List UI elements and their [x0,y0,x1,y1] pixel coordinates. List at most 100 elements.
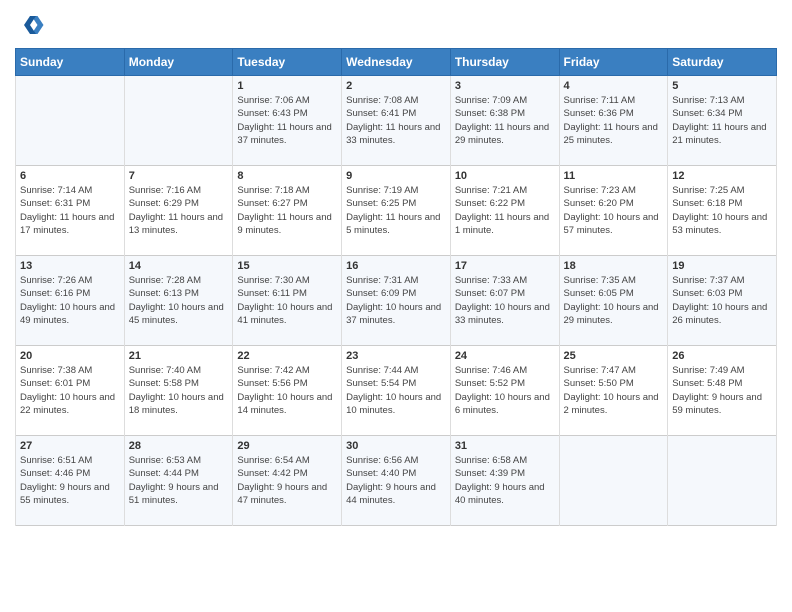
day-cell: 5 Sunrise: 7:13 AMSunset: 6:34 PMDaylight… [668,76,777,166]
day-number: 20 [20,350,120,362]
day-info: Sunrise: 7:25 AMSunset: 6:18 PMDaylight:… [672,184,772,237]
day-number: 23 [346,350,446,362]
logo [15,10,47,40]
day-info: Sunrise: 7:33 AMSunset: 6:07 PMDaylight:… [455,274,555,327]
day-info: Sunrise: 7:08 AMSunset: 6:41 PMDaylight:… [346,94,446,147]
day-number: 13 [20,260,120,272]
day-number: 18 [564,260,664,272]
day-number: 4 [564,80,664,92]
day-info: Sunrise: 7:42 AMSunset: 5:56 PMDaylight:… [237,364,337,417]
day-number: 31 [455,440,555,452]
day-info: Sunrise: 7:44 AMSunset: 5:54 PMDaylight:… [346,364,446,417]
day-info: Sunrise: 7:09 AMSunset: 6:38 PMDaylight:… [455,94,555,147]
day-info: Sunrise: 7:49 AMSunset: 5:48 PMDaylight:… [672,364,772,417]
calendar-table: SundayMondayTuesdayWednesdayThursdayFrid… [15,48,777,526]
day-number: 6 [20,170,120,182]
day-number: 10 [455,170,555,182]
day-cell: 6 Sunrise: 7:14 AMSunset: 6:31 PMDaylight… [16,166,125,256]
day-cell [124,76,233,166]
day-number: 28 [129,440,229,452]
day-cell: 3 Sunrise: 7:09 AMSunset: 6:38 PMDaylight… [450,76,559,166]
day-number: 15 [237,260,337,272]
day-info: Sunrise: 6:51 AMSunset: 4:46 PMDaylight:… [20,454,120,507]
day-cell: 11 Sunrise: 7:23 AMSunset: 6:20 PMDayligh… [559,166,668,256]
day-info: Sunrise: 7:23 AMSunset: 6:20 PMDaylight:… [564,184,664,237]
day-number: 22 [237,350,337,362]
day-number: 26 [672,350,772,362]
header-cell-saturday: Saturday [668,49,777,76]
day-number: 19 [672,260,772,272]
day-cell: 26 Sunrise: 7:49 AMSunset: 5:48 PMDayligh… [668,346,777,436]
day-info: Sunrise: 6:53 AMSunset: 4:44 PMDaylight:… [129,454,229,507]
calendar-body: 1Sunrise: 7:06 AMSunset: 6:43 PMDaylight… [16,76,777,526]
day-info: Sunrise: 6:58 AMSunset: 4:39 PMDaylight:… [455,454,555,507]
logo-icon [15,10,45,40]
header-cell-sunday: Sunday [16,49,125,76]
day-cell [668,436,777,526]
day-cell: 1Sunrise: 7:06 AMSunset: 6:43 PMDaylight… [233,76,342,166]
day-info: Sunrise: 7:19 AMSunset: 6:25 PMDaylight:… [346,184,446,237]
day-number: 1 [237,80,337,92]
day-cell: 16Sunrise: 7:31 AMSunset: 6:09 PMDayligh… [342,256,451,346]
day-cell: 17 Sunrise: 7:33 AMSunset: 6:07 PMDayligh… [450,256,559,346]
day-cell: 13 Sunrise: 7:26 AMSunset: 6:16 PMDayligh… [16,256,125,346]
day-cell: 14 Sunrise: 7:28 AMSunset: 6:13 PMDayligh… [124,256,233,346]
day-cell [16,76,125,166]
day-cell: 18 Sunrise: 7:35 AMSunset: 6:05 PMDayligh… [559,256,668,346]
day-number: 2 [346,80,446,92]
day-cell: 10 Sunrise: 7:21 AMSunset: 6:22 PMDayligh… [450,166,559,256]
day-number: 9 [346,170,446,182]
day-info: Sunrise: 7:47 AMSunset: 5:50 PMDaylight:… [564,364,664,417]
day-info: Sunrise: 7:28 AMSunset: 6:13 PMDaylight:… [129,274,229,327]
day-cell: 23 Sunrise: 7:44 AMSunset: 5:54 PMDayligh… [342,346,451,436]
day-cell: 28 Sunrise: 6:53 AMSunset: 4:44 PMDayligh… [124,436,233,526]
day-info: Sunrise: 7:14 AMSunset: 6:31 PMDaylight:… [20,184,120,237]
day-number: 12 [672,170,772,182]
header-row: SundayMondayTuesdayWednesdayThursdayFrid… [16,49,777,76]
day-cell: 31 Sunrise: 6:58 AMSunset: 4:39 PMDayligh… [450,436,559,526]
day-cell: 12 Sunrise: 7:25 AMSunset: 6:18 PMDayligh… [668,166,777,256]
day-info: Sunrise: 7:11 AMSunset: 6:36 PMDaylight:… [564,94,664,147]
header-cell-wednesday: Wednesday [342,49,451,76]
day-cell: 19Sunrise: 7:37 AMSunset: 6:03 PMDayligh… [668,256,777,346]
day-number: 30 [346,440,446,452]
header-cell-monday: Monday [124,49,233,76]
header-cell-thursday: Thursday [450,49,559,76]
day-cell: 9 Sunrise: 7:19 AMSunset: 6:25 PMDaylight… [342,166,451,256]
day-number: 11 [564,170,664,182]
day-number: 24 [455,350,555,362]
day-number: 8 [237,170,337,182]
day-info: Sunrise: 7:38 AMSunset: 6:01 PMDaylight:… [20,364,120,417]
calendar-header: SundayMondayTuesdayWednesdayThursdayFrid… [16,49,777,76]
day-info: Sunrise: 7:26 AMSunset: 6:16 PMDaylight:… [20,274,120,327]
day-cell: 22 Sunrise: 7:42 AMSunset: 5:56 PMDayligh… [233,346,342,436]
day-cell: 20 Sunrise: 7:38 AMSunset: 6:01 PMDayligh… [16,346,125,436]
day-info: Sunrise: 7:13 AMSunset: 6:34 PMDaylight:… [672,94,772,147]
day-number: 3 [455,80,555,92]
week-row-2: 6 Sunrise: 7:14 AMSunset: 6:31 PMDaylight… [16,166,777,256]
day-cell: 29Sunrise: 6:54 AMSunset: 4:42 PMDayligh… [233,436,342,526]
day-cell: 15 Sunrise: 7:30 AMSunset: 6:11 PMDayligh… [233,256,342,346]
day-cell: 4 Sunrise: 7:11 AMSunset: 6:36 PMDaylight… [559,76,668,166]
day-number: 17 [455,260,555,272]
day-info: Sunrise: 7:18 AMSunset: 6:27 PMDaylight:… [237,184,337,237]
day-info: Sunrise: 6:56 AMSunset: 4:40 PMDaylight:… [346,454,446,507]
day-cell: 24 Sunrise: 7:46 AMSunset: 5:52 PMDayligh… [450,346,559,436]
day-info: Sunrise: 7:46 AMSunset: 5:52 PMDaylight:… [455,364,555,417]
day-cell: 7 Sunrise: 7:16 AMSunset: 6:29 PMDaylight… [124,166,233,256]
week-row-4: 20 Sunrise: 7:38 AMSunset: 6:01 PMDayligh… [16,346,777,436]
day-number: 14 [129,260,229,272]
day-number: 29 [237,440,337,452]
day-number: 5 [672,80,772,92]
day-info: Sunrise: 7:16 AMSunset: 6:29 PMDaylight:… [129,184,229,237]
week-row-1: 1Sunrise: 7:06 AMSunset: 6:43 PMDaylight… [16,76,777,166]
day-info: Sunrise: 7:21 AMSunset: 6:22 PMDaylight:… [455,184,555,237]
day-info: Sunrise: 7:35 AMSunset: 6:05 PMDaylight:… [564,274,664,327]
day-number: 21 [129,350,229,362]
day-info: Sunrise: 7:30 AMSunset: 6:11 PMDaylight:… [237,274,337,327]
day-cell [559,436,668,526]
week-row-3: 13 Sunrise: 7:26 AMSunset: 6:16 PMDayligh… [16,256,777,346]
day-number: 25 [564,350,664,362]
day-number: 7 [129,170,229,182]
week-row-5: 27Sunrise: 6:51 AMSunset: 4:46 PMDayligh… [16,436,777,526]
